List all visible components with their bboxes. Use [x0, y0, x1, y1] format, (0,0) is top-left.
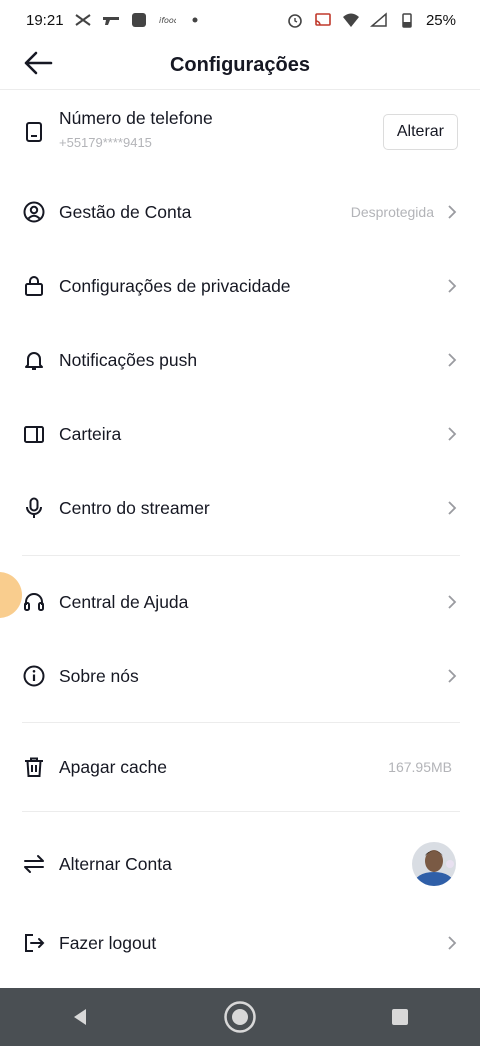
- chevron-right-icon: [446, 278, 458, 294]
- chevron-right-icon: [446, 935, 458, 951]
- status-bar-left: 19:21 ifood: [26, 12, 204, 29]
- square-recents-icon: [392, 1009, 408, 1025]
- circle-home-icon: [224, 1001, 256, 1033]
- trash-icon: [22, 755, 46, 779]
- account-management-label: Gestão de Conta: [59, 201, 192, 222]
- push-notifications-row[interactable]: Notificações push: [0, 340, 480, 380]
- cache-size-value: 167.95MB: [388, 759, 452, 775]
- headset-icon: [22, 590, 46, 614]
- section-divider: [22, 722, 460, 723]
- status-bar: 19:21 ifood 25%: [0, 0, 480, 40]
- chevron-right-icon: [446, 594, 458, 610]
- battery-level: 25%: [425, 11, 456, 29]
- privacy-settings-row[interactable]: Configurações de privacidade: [0, 266, 480, 306]
- about-label: Sobre nós: [59, 665, 139, 686]
- phone-row: Número de telefone +55179****9415 Altera…: [0, 102, 480, 162]
- clear-cache-row[interactable]: Apagar cache 167.95MB: [0, 747, 480, 787]
- nav-recents-button[interactable]: [370, 992, 430, 1042]
- phone-texts: Número de telefone +55179****9415: [59, 108, 383, 150]
- bell-icon: [22, 348, 46, 372]
- cast-icon: [314, 12, 332, 28]
- wallet-label: Carteira: [59, 423, 122, 444]
- change-phone-button[interactable]: Alterar: [382, 114, 458, 150]
- ifood-icon: ifood: [158, 12, 176, 28]
- svg-text:ifood: ifood: [159, 16, 176, 25]
- push-notifications-label: Notificações push: [59, 349, 198, 370]
- help-center-row[interactable]: Central de Ajuda: [0, 582, 480, 622]
- nav-home-button[interactable]: [210, 992, 270, 1042]
- privacy-settings-label: Configurações de privacidade: [59, 275, 291, 296]
- account-management-row[interactable]: Gestão de Conta Desprotegida: [0, 192, 480, 232]
- phone-icon: [22, 120, 46, 144]
- chevron-right-icon: [446, 204, 458, 220]
- logout-label: Fazer logout: [59, 932, 157, 953]
- section-divider: [22, 555, 460, 556]
- microphone-icon: [22, 496, 46, 520]
- nav-back-button[interactable]: [50, 992, 110, 1042]
- signal-icon: [369, 12, 388, 28]
- header: Configurações: [0, 40, 480, 90]
- dot-icon: [186, 12, 204, 28]
- page-title: Configurações: [169, 53, 311, 76]
- capcut-icon: [74, 12, 92, 28]
- chevron-right-icon: [446, 668, 458, 684]
- navigation-bar: [0, 988, 480, 1046]
- switch-account-label: Alternar Conta: [59, 853, 172, 874]
- gun-icon: [102, 12, 120, 28]
- switch-account-row[interactable]: Alternar Conta: [0, 840, 480, 888]
- alarm-icon: [286, 12, 304, 28]
- status-bar-right: 25%: [286, 12, 456, 29]
- streamer-center-label: Centro do streamer: [59, 497, 210, 518]
- user-circle-icon: [22, 200, 46, 224]
- lock-icon: [22, 274, 46, 298]
- streamer-center-row[interactable]: Centro do streamer: [0, 488, 480, 528]
- logout-icon: [22, 931, 46, 955]
- help-center-label: Central de Ajuda: [59, 591, 189, 612]
- chevron-right-icon: [446, 352, 458, 368]
- header-divider: [0, 89, 480, 90]
- triangle-back-icon: [74, 1009, 86, 1025]
- app-icon: [130, 12, 148, 28]
- wallet-row[interactable]: Carteira: [0, 414, 480, 454]
- arrow-left-icon: [23, 51, 53, 80]
- swap-arrows-icon: [22, 852, 46, 876]
- chevron-right-icon: [446, 500, 458, 516]
- info-icon: [22, 664, 46, 688]
- clear-cache-label: Apagar cache: [59, 756, 167, 777]
- logout-row[interactable]: Fazer logout: [0, 923, 480, 963]
- back-button[interactable]: [20, 49, 56, 81]
- battery-icon: [398, 12, 416, 28]
- wallet-icon: [22, 422, 46, 446]
- phone-number: +55179****9415: [59, 135, 152, 150]
- chevron-right-icon: [446, 426, 458, 442]
- avatar[interactable]: [412, 842, 456, 886]
- wifi-icon: [342, 12, 360, 28]
- about-row[interactable]: Sobre nós: [0, 656, 480, 696]
- account-status-value: Desprotegida: [350, 204, 434, 220]
- section-divider: [22, 811, 460, 812]
- phone-label: Número de telefone: [59, 108, 213, 128]
- status-time: 19:21: [26, 11, 64, 29]
